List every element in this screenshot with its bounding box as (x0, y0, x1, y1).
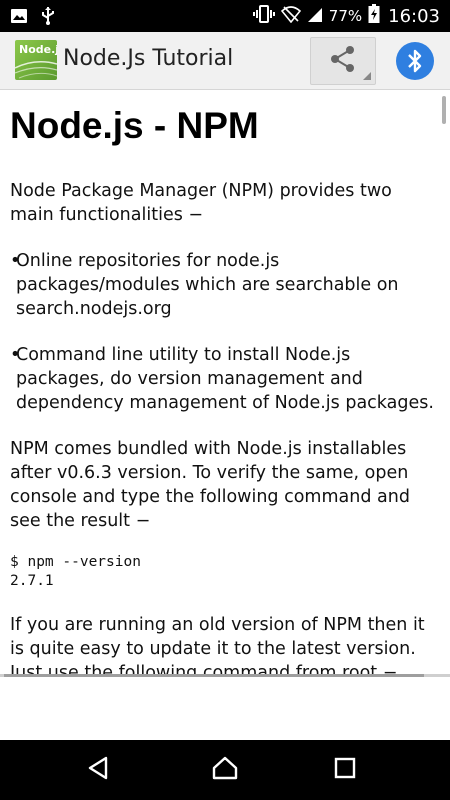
vertical-scrollbar[interactable] (442, 96, 446, 124)
image-notification-icon (10, 7, 28, 30)
list-item-text: Command line utility to install Node.js … (16, 345, 434, 413)
nodejs-logo: Node.js (15, 40, 57, 80)
page-title: Node.js - NPM (10, 105, 259, 146)
notification-icons (10, 6, 56, 31)
status-bar: 77% 16:03 (0, 0, 450, 32)
back-button[interactable] (78, 755, 118, 785)
system-status: 77% 16:03 (252, 3, 440, 29)
app-bar: Node.js Node.Js Tutorial (0, 32, 450, 90)
recents-icon (334, 757, 356, 784)
update-paragraph: If you are running an old version of NPM… (10, 615, 425, 674)
share-button[interactable] (310, 37, 376, 85)
navigation-bar (0, 740, 450, 800)
back-icon (87, 756, 109, 785)
list-item: • Command line utility to install Node.j… (10, 343, 440, 415)
wifi-off-icon (280, 5, 301, 28)
bullet-icon: • (10, 345, 21, 365)
home-button[interactable] (205, 755, 245, 785)
list-item-text: Online repositories for node.js packages… (16, 251, 399, 319)
signal-icon (307, 5, 323, 28)
clock: 16:03 (388, 5, 440, 27)
overflow-indicator-icon (363, 72, 371, 80)
home-icon (212, 755, 238, 786)
bluetooth-icon (396, 42, 434, 80)
bundled-paragraph: NPM comes bundled with Node.js installab… (10, 439, 410, 531)
list-item: • Online repositories for node.js packag… (10, 249, 440, 321)
share-icon (328, 44, 358, 79)
app-title: Node.Js Tutorial (63, 46, 234, 71)
bluetooth-button[interactable] (386, 37, 444, 85)
vibrate-icon (252, 4, 275, 28)
code-block: $ npm --version 2.7.1 (10, 554, 141, 589)
horizontal-scrollbar[interactable] (4, 674, 424, 677)
battery-percent: 77% (328, 7, 363, 25)
bullet-icon: • (10, 251, 21, 271)
intro-paragraph: Node Package Manager (NPM) provides two … (10, 181, 392, 225)
article-content[interactable]: Node.js - NPM Node Package Manager (NPM)… (0, 91, 450, 674)
recents-button[interactable] (325, 755, 365, 785)
usb-icon (40, 6, 56, 31)
feature-list: • Online repositories for node.js packag… (10, 249, 440, 415)
battery-charging-icon (368, 3, 380, 29)
